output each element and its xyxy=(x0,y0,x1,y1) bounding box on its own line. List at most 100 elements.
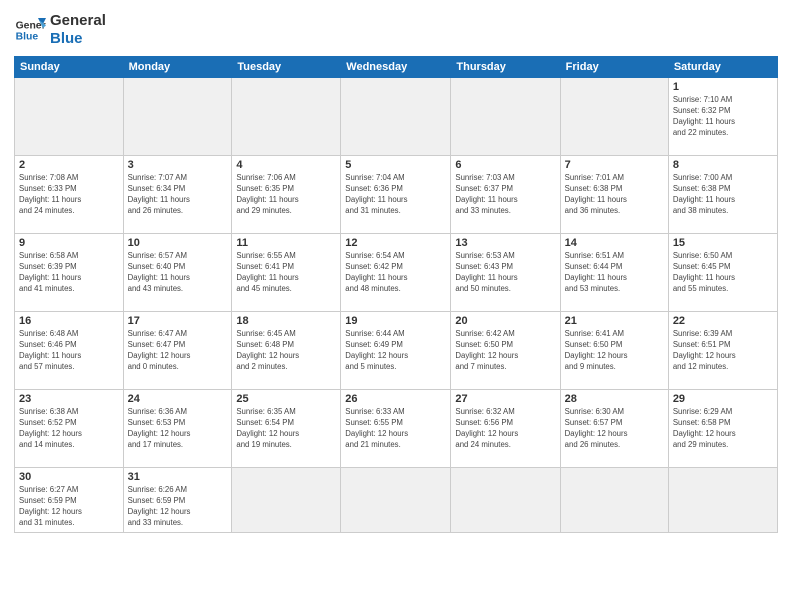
calendar-cell xyxy=(123,78,232,156)
day-number: 29 xyxy=(673,393,773,405)
calendar-page: General Blue General Blue SundayMondayTu… xyxy=(0,0,792,612)
day-info: Sunrise: 6:29 AM Sunset: 6:58 PM Dayligh… xyxy=(673,407,773,451)
calendar-cell xyxy=(341,468,451,533)
logo-general: General xyxy=(50,12,106,30)
day-info: Sunrise: 6:41 AM Sunset: 6:50 PM Dayligh… xyxy=(565,329,664,373)
calendar-cell: 21Sunrise: 6:41 AM Sunset: 6:50 PM Dayli… xyxy=(560,312,668,390)
day-info: Sunrise: 7:06 AM Sunset: 6:35 PM Dayligh… xyxy=(236,173,336,217)
weekday-header-monday: Monday xyxy=(123,57,232,78)
day-number: 28 xyxy=(565,393,664,405)
logo-blue: Blue xyxy=(50,30,106,48)
day-number: 11 xyxy=(236,237,336,249)
calendar-table: SundayMondayTuesdayWednesdayThursdayFrid… xyxy=(14,56,778,533)
logo-icon: General Blue xyxy=(14,14,46,46)
calendar-cell: 27 Sunrise: 6:32 AM Sunset: 6:56 PM Dayli… xyxy=(451,390,560,468)
day-info: Sunrise: 7:01 AM Sunset: 6:38 PM Dayligh… xyxy=(565,173,664,217)
calendar-cell: 26 Sunrise: 6:33 AM Sunset: 6:55 PM Dayli… xyxy=(341,390,451,468)
day-number: 14 xyxy=(565,237,664,249)
day-info: Sunrise: 6:27 AM Sunset: 6:59 PM Dayligh… xyxy=(19,485,119,529)
day-number: 6 xyxy=(455,159,555,171)
calendar-cell: 7 Sunrise: 7:01 AM Sunset: 6:38 PM Daylig… xyxy=(560,156,668,234)
calendar-cell: 12Sunrise: 6:54 AM Sunset: 6:42 PM Dayli… xyxy=(341,234,451,312)
calendar-cell: 14Sunrise: 6:51 AM Sunset: 6:44 PM Dayli… xyxy=(560,234,668,312)
day-number: 17 xyxy=(128,315,228,327)
day-number: 26 xyxy=(345,393,446,405)
day-number: 3 xyxy=(128,159,228,171)
weekday-header-friday: Friday xyxy=(560,57,668,78)
day-number: 9 xyxy=(19,237,119,249)
calendar-cell: 30 Sunrise: 6:27 AM Sunset: 6:59 PM Dayli… xyxy=(15,468,124,533)
day-info: Sunrise: 6:57 AM Sunset: 6:40 PM Dayligh… xyxy=(128,251,228,295)
day-info: Sunrise: 6:54 AM Sunset: 6:42 PM Dayligh… xyxy=(345,251,446,295)
calendar-cell: 18Sunrise: 6:45 AM Sunset: 6:48 PM Dayli… xyxy=(232,312,341,390)
calendar-cell xyxy=(232,78,341,156)
calendar-cell: 11 Sunrise: 6:55 AM Sunset: 6:41 PM Dayli… xyxy=(232,234,341,312)
day-number: 20 xyxy=(455,315,555,327)
calendar-cell: 4 Sunrise: 7:06 AM Sunset: 6:35 PM Daylig… xyxy=(232,156,341,234)
day-info: Sunrise: 7:04 AM Sunset: 6:36 PM Dayligh… xyxy=(345,173,446,217)
day-number: 4 xyxy=(236,159,336,171)
day-info: Sunrise: 6:33 AM Sunset: 6:55 PM Dayligh… xyxy=(345,407,446,451)
calendar-cell: 6Sunrise: 7:03 AM Sunset: 6:37 PM Daylig… xyxy=(451,156,560,234)
day-info: Sunrise: 6:55 AM Sunset: 6:41 PM Dayligh… xyxy=(236,251,336,295)
day-number: 8 xyxy=(673,159,773,171)
day-info: Sunrise: 7:07 AM Sunset: 6:34 PM Dayligh… xyxy=(128,173,228,217)
day-number: 31 xyxy=(128,471,228,483)
week-row-6: 30 Sunrise: 6:27 AM Sunset: 6:59 PM Dayli… xyxy=(15,468,778,533)
calendar-cell: 1Sunrise: 7:10 AM Sunset: 6:32 PM Daylig… xyxy=(668,78,777,156)
calendar-cell: 28Sunrise: 6:30 AM Sunset: 6:57 PM Dayli… xyxy=(560,390,668,468)
calendar-cell: 24Sunrise: 6:36 AM Sunset: 6:53 PM Dayli… xyxy=(123,390,232,468)
day-number: 13 xyxy=(455,237,555,249)
day-number: 5 xyxy=(345,159,446,171)
calendar-cell: 15 Sunrise: 6:50 AM Sunset: 6:45 PM Dayli… xyxy=(668,234,777,312)
day-number: 22 xyxy=(673,315,773,327)
day-info: Sunrise: 6:32 AM Sunset: 6:56 PM Dayligh… xyxy=(455,407,555,451)
calendar-cell xyxy=(232,468,341,533)
week-row-4: 16Sunrise: 6:48 AM Sunset: 6:46 PM Dayli… xyxy=(15,312,778,390)
calendar-cell: 31Sunrise: 6:26 AM Sunset: 6:59 PM Dayli… xyxy=(123,468,232,533)
calendar-cell: 8 Sunrise: 7:00 AM Sunset: 6:38 PM Daylig… xyxy=(668,156,777,234)
day-info: Sunrise: 6:44 AM Sunset: 6:49 PM Dayligh… xyxy=(345,329,446,373)
day-info: Sunrise: 7:08 AM Sunset: 6:33 PM Dayligh… xyxy=(19,173,119,217)
day-info: Sunrise: 7:00 AM Sunset: 6:38 PM Dayligh… xyxy=(673,173,773,217)
day-info: Sunrise: 6:35 AM Sunset: 6:54 PM Dayligh… xyxy=(236,407,336,451)
day-info: Sunrise: 6:48 AM Sunset: 6:46 PM Dayligh… xyxy=(19,329,119,373)
week-row-2: 2Sunrise: 7:08 AM Sunset: 6:33 PM Daylig… xyxy=(15,156,778,234)
calendar-cell xyxy=(560,78,668,156)
calendar-cell xyxy=(451,78,560,156)
day-number: 1 xyxy=(673,81,773,93)
day-info: Sunrise: 6:53 AM Sunset: 6:43 PM Dayligh… xyxy=(455,251,555,295)
day-number: 27 xyxy=(455,393,555,405)
weekday-header-thursday: Thursday xyxy=(451,57,560,78)
calendar-cell: 22 Sunrise: 6:39 AM Sunset: 6:51 PM Dayli… xyxy=(668,312,777,390)
header: General Blue General Blue xyxy=(14,12,778,48)
day-number: 15 xyxy=(673,237,773,249)
calendar-cell xyxy=(15,78,124,156)
day-number: 25 xyxy=(236,393,336,405)
day-info: Sunrise: 6:42 AM Sunset: 6:50 PM Dayligh… xyxy=(455,329,555,373)
day-number: 7 xyxy=(565,159,664,171)
week-row-5: 23Sunrise: 6:38 AM Sunset: 6:52 PM Dayli… xyxy=(15,390,778,468)
calendar-cell: 5 Sunrise: 7:04 AM Sunset: 6:36 PM Daylig… xyxy=(341,156,451,234)
day-info: Sunrise: 6:39 AM Sunset: 6:51 PM Dayligh… xyxy=(673,329,773,373)
day-info: Sunrise: 6:47 AM Sunset: 6:47 PM Dayligh… xyxy=(128,329,228,373)
svg-text:Blue: Blue xyxy=(16,32,39,43)
calendar-cell: 16Sunrise: 6:48 AM Sunset: 6:46 PM Dayli… xyxy=(15,312,124,390)
day-number: 19 xyxy=(345,315,446,327)
day-number: 30 xyxy=(19,471,119,483)
weekday-header-wednesday: Wednesday xyxy=(341,57,451,78)
logo: General Blue General Blue xyxy=(14,12,106,48)
day-info: Sunrise: 6:50 AM Sunset: 6:45 PM Dayligh… xyxy=(673,251,773,295)
calendar-cell: 13 Sunrise: 6:53 AM Sunset: 6:43 PM Dayli… xyxy=(451,234,560,312)
day-info: Sunrise: 6:58 AM Sunset: 6:39 PM Dayligh… xyxy=(19,251,119,295)
calendar-cell: 20 Sunrise: 6:42 AM Sunset: 6:50 PM Dayli… xyxy=(451,312,560,390)
day-info: Sunrise: 6:36 AM Sunset: 6:53 PM Dayligh… xyxy=(128,407,228,451)
weekday-header-sunday: Sunday xyxy=(15,57,124,78)
calendar-cell: 3 Sunrise: 7:07 AM Sunset: 6:34 PM Daylig… xyxy=(123,156,232,234)
calendar-cell: 17 Sunrise: 6:47 AM Sunset: 6:47 PM Dayli… xyxy=(123,312,232,390)
calendar-cell: 19 Sunrise: 6:44 AM Sunset: 6:49 PM Dayli… xyxy=(341,312,451,390)
weekday-header-tuesday: Tuesday xyxy=(232,57,341,78)
calendar-cell xyxy=(560,468,668,533)
calendar-cell xyxy=(668,468,777,533)
calendar-cell: 25 Sunrise: 6:35 AM Sunset: 6:54 PM Dayli… xyxy=(232,390,341,468)
